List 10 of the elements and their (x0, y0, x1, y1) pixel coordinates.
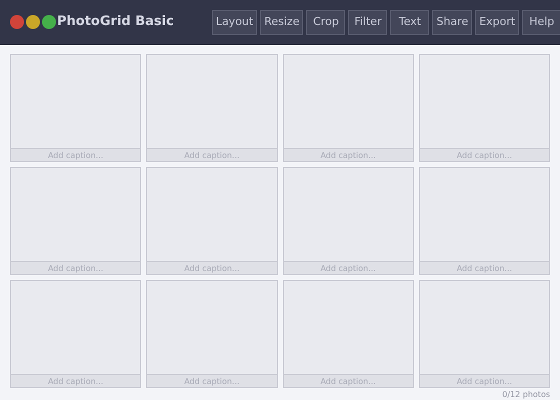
toolbar-button[interactable]: Text (390, 10, 430, 34)
toolbar-button[interactable]: Layout (212, 10, 258, 34)
toolbar-button[interactable]: Share (432, 10, 472, 34)
photo-count: 0/12 photos (502, 389, 550, 400)
toolbar-button[interactable]: Resize (260, 10, 304, 34)
toolbar-button[interactable]: Filter (348, 10, 388, 34)
toolbar-button[interactable]: Crop (306, 10, 346, 34)
app-title: PhotoGrid Basic (57, 13, 174, 32)
toolbar-button[interactable]: Export (475, 10, 520, 34)
toolbar-button[interactable]: Help (522, 10, 560, 34)
